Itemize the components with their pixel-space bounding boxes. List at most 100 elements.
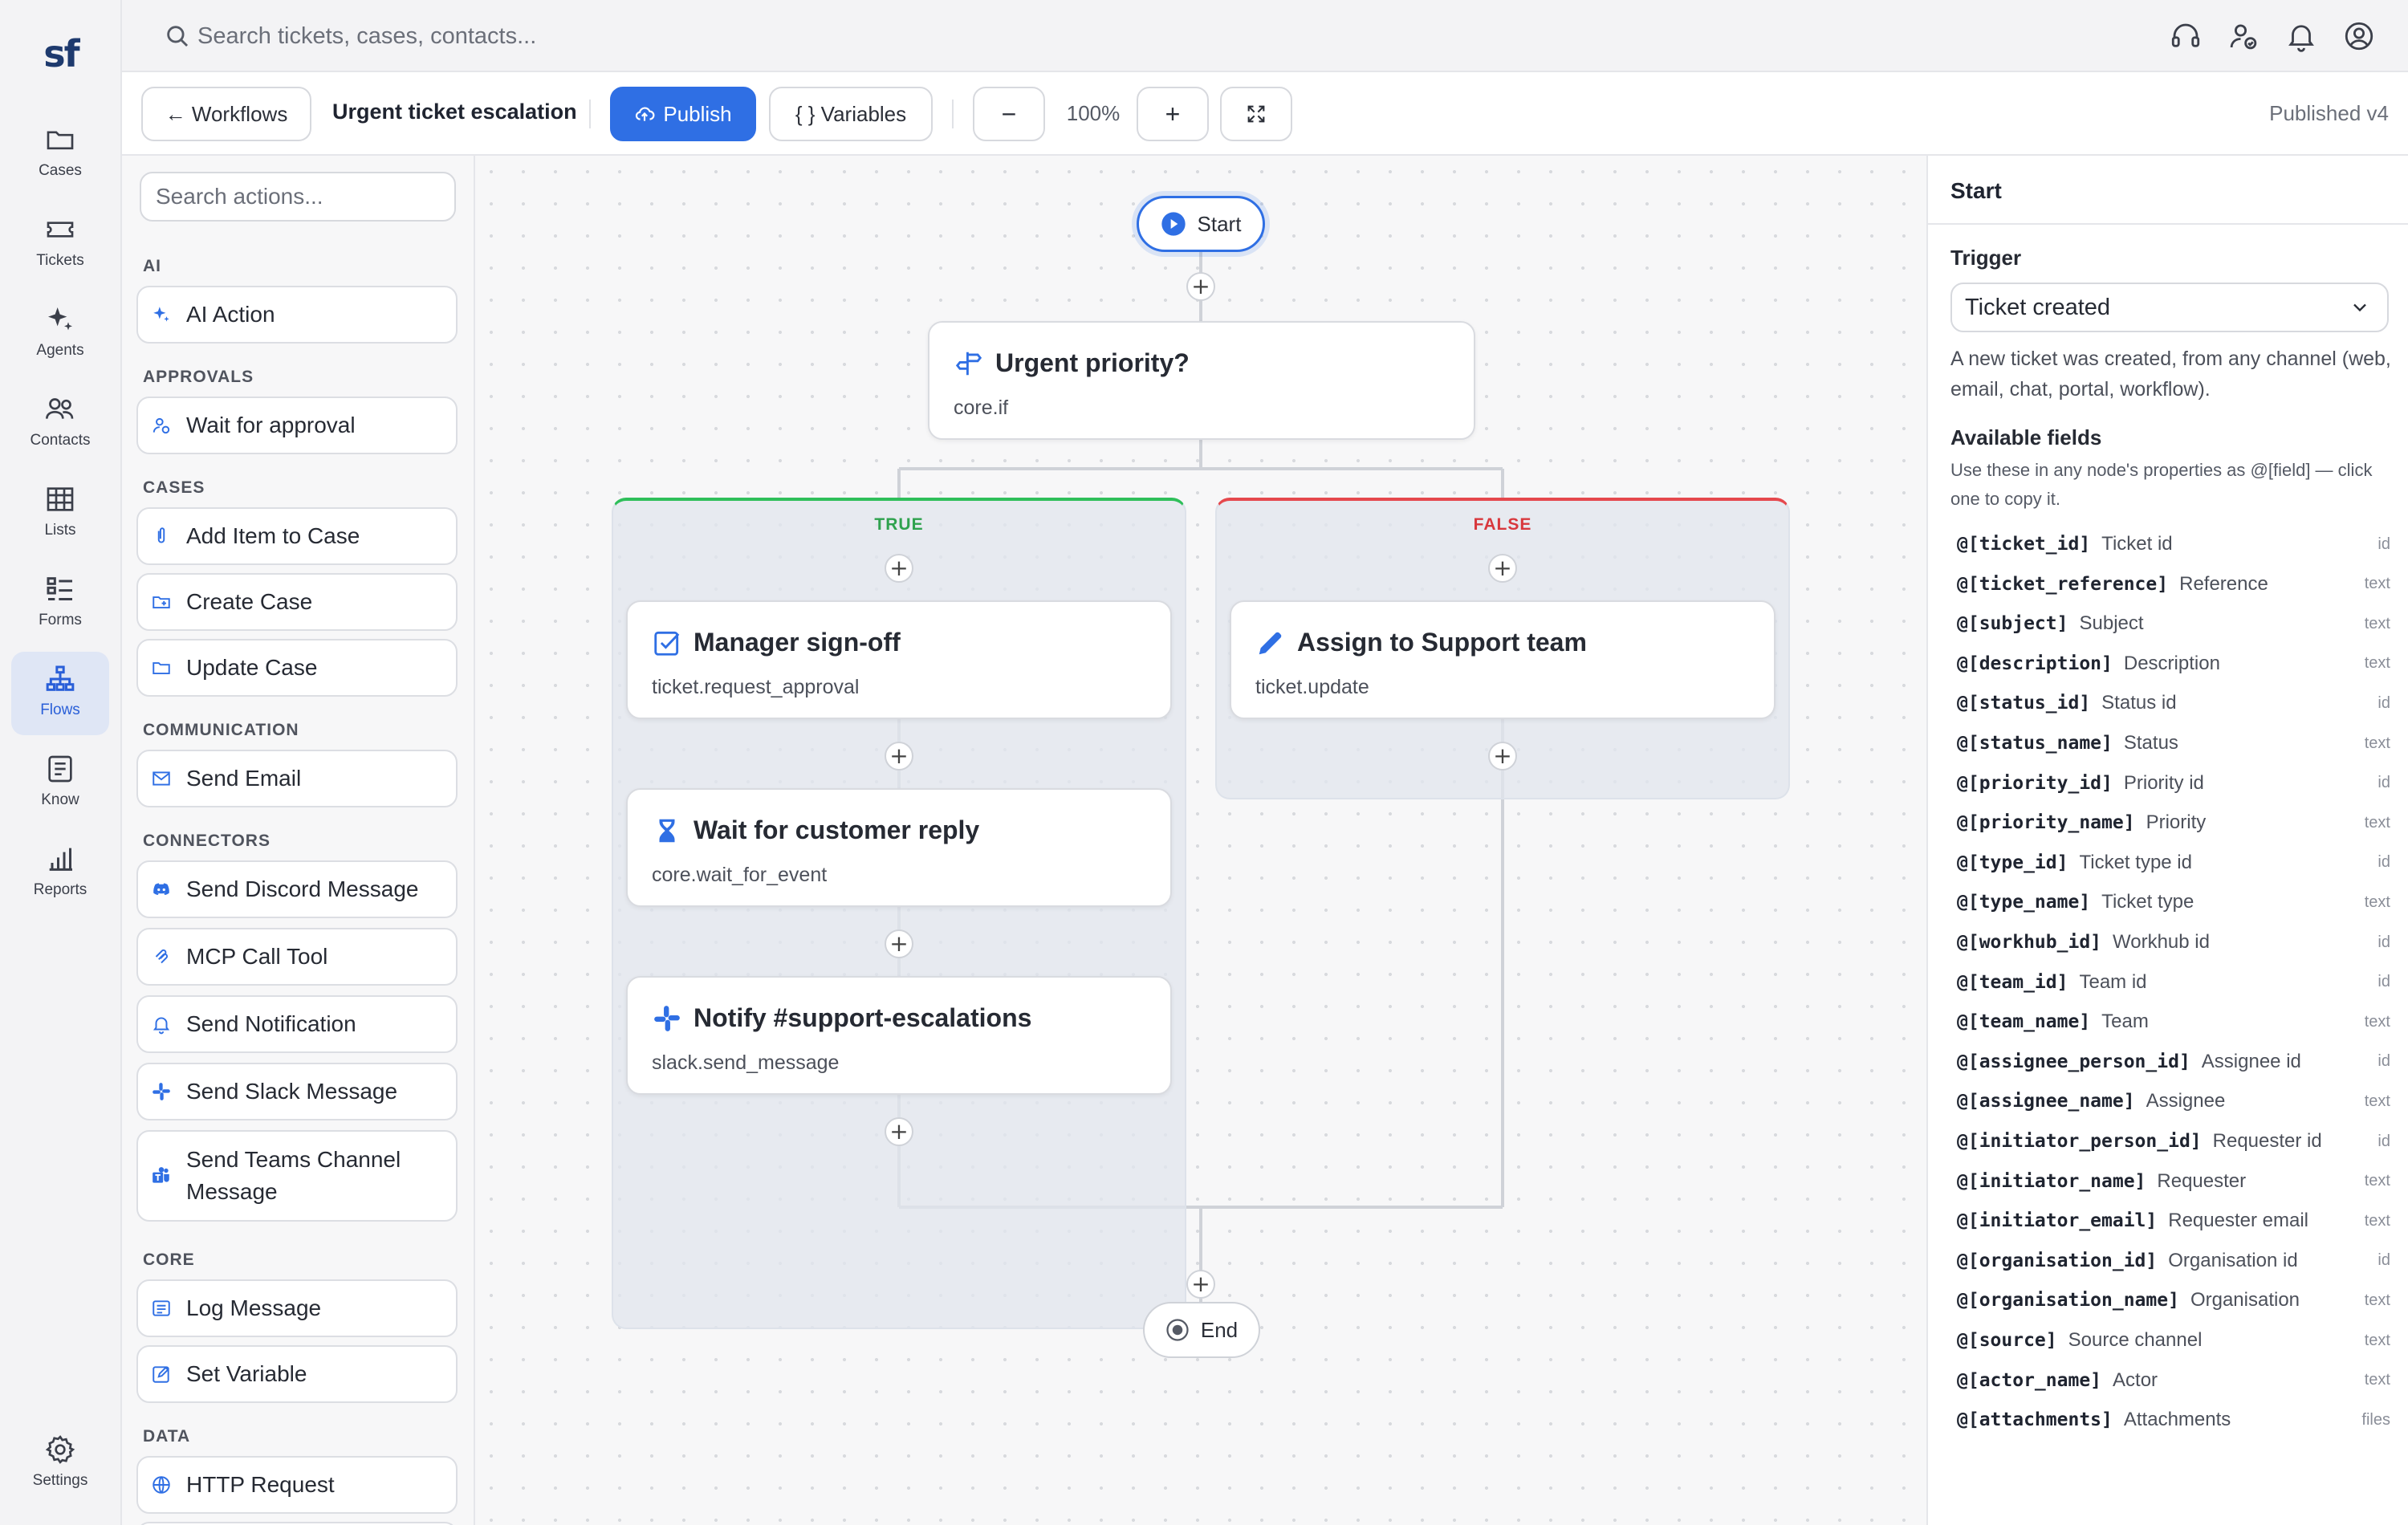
variables-button[interactable]: { } Variables xyxy=(769,87,933,141)
trigger-select[interactable]: Ticket created xyxy=(1950,283,2389,332)
nav-item-lists[interactable]: Lists xyxy=(11,472,109,555)
mail-icon xyxy=(151,768,172,789)
field-key: @[priority_id] xyxy=(1957,772,2113,794)
action-label: Create Case xyxy=(186,589,313,614)
nav-item-flows[interactable]: Flows xyxy=(11,652,109,735)
field-row[interactable]: @[source] Source channel text xyxy=(1957,1324,2390,1356)
action-item[interactable]: Add Item to Case xyxy=(136,507,458,565)
nav-item-forms[interactable]: Forms xyxy=(11,562,109,645)
action-label: HTTP Request xyxy=(186,1472,335,1497)
nav-item-settings[interactable]: Settings xyxy=(11,1422,109,1506)
field-name: Description xyxy=(2123,652,2220,674)
add-step-button[interactable]: + xyxy=(1488,554,1517,583)
properties-panel: Start Trigger Ticket created A new ticke… xyxy=(1926,156,2408,1525)
field-row[interactable]: @[type_name] Ticket type text xyxy=(1957,886,2390,918)
zoom-out-button[interactable]: − xyxy=(973,87,1045,141)
field-row[interactable]: @[team_id] Team id id xyxy=(1957,966,2390,998)
action-item[interactable]: Send Teams Channel Message xyxy=(136,1130,458,1222)
field-row[interactable]: @[initiator_name] Requester text xyxy=(1957,1165,2390,1198)
global-search-input[interactable] xyxy=(197,18,920,55)
action-item[interactable]: Send Email xyxy=(136,750,458,807)
nav-item-reports[interactable]: Reports xyxy=(11,832,109,915)
add-step-button[interactable]: + xyxy=(885,742,913,771)
nav-item-contacts[interactable]: Contacts xyxy=(11,382,109,466)
action-search-input[interactable] xyxy=(140,172,456,222)
field-row[interactable]: @[initiator_person_id] Requester id id xyxy=(1957,1125,2390,1157)
publish-button[interactable]: Publish xyxy=(610,87,756,141)
field-row[interactable]: @[status_name] Status text xyxy=(1957,727,2390,759)
fit-to-screen-button[interactable] xyxy=(1220,87,1292,141)
field-row[interactable]: @[ticket_id] Ticket id id xyxy=(1957,528,2390,560)
action-item[interactable]: Set Variable xyxy=(136,1345,458,1403)
field-key: @[initiator_name] xyxy=(1957,1170,2146,1192)
field-row[interactable]: @[status_id] Status id id xyxy=(1957,687,2390,719)
zoom-in-button[interactable]: + xyxy=(1137,87,1209,141)
workflow-node[interactable]: Manager sign-off ticket.request_approval xyxy=(626,600,1172,719)
field-row[interactable]: @[attachments] Attachments files xyxy=(1957,1404,2390,1436)
search-icon xyxy=(167,26,189,47)
add-step-button[interactable]: + xyxy=(1488,742,1517,771)
account-icon[interactable] xyxy=(2342,19,2376,53)
field-type: files xyxy=(2361,1410,2390,1429)
workflow-node[interactable]: Wait for customer reply core.wait_for_ev… xyxy=(626,788,1172,907)
action-item[interactable] xyxy=(136,1522,458,1525)
field-row[interactable]: @[organisation_name] Organisation text xyxy=(1957,1284,2390,1316)
add-step-button[interactable]: + xyxy=(1186,1270,1215,1299)
action-item[interactable]: Log Message xyxy=(136,1279,458,1337)
nav-item-tickets[interactable]: Tickets xyxy=(11,202,109,286)
app-logo[interactable]: sf xyxy=(0,32,122,75)
action-item[interactable]: Send Slack Message xyxy=(136,1063,458,1120)
action-item[interactable]: Create Case xyxy=(136,573,458,631)
field-row[interactable]: @[organisation_id] Organisation id id xyxy=(1957,1245,2390,1277)
user-check-icon[interactable] xyxy=(2227,19,2260,53)
field-row[interactable]: @[team_name] Team text xyxy=(1957,1006,2390,1038)
sparkles-icon xyxy=(48,307,72,331)
action-item[interactable]: Wait for approval xyxy=(136,396,458,454)
field-name: Requester id xyxy=(2212,1130,2322,1152)
action-item[interactable]: Send Notification xyxy=(136,995,458,1053)
field-row[interactable]: @[assignee_name] Assignee text xyxy=(1957,1085,2390,1117)
action-item[interactable]: HTTP Request xyxy=(136,1456,458,1514)
field-type: id xyxy=(2377,1132,2390,1150)
nav-item-know[interactable]: Know xyxy=(11,742,109,825)
field-name: Subject xyxy=(2079,612,2144,635)
action-item[interactable]: MCP Call Tool xyxy=(136,928,458,986)
add-step-button[interactable]: + xyxy=(885,929,913,958)
field-row[interactable]: @[assignee_person_id] Assignee id id xyxy=(1957,1046,2390,1078)
start-node[interactable]: Start xyxy=(1137,196,1265,252)
nav-item-agents[interactable]: Agents xyxy=(11,292,109,376)
field-type: text xyxy=(2364,1092,2390,1110)
workflow-canvas[interactable]: Start + Urgent priority? core.if TRUE FA… xyxy=(475,156,1926,1525)
field-key: @[status_name] xyxy=(1957,733,2113,754)
workflow-node[interactable]: Notify #support-escalations slack.send_m… xyxy=(626,976,1172,1095)
field-row[interactable]: @[priority_name] Priority text xyxy=(1957,807,2390,839)
add-step-button[interactable]: + xyxy=(1186,272,1215,301)
action-item[interactable]: Update Case xyxy=(136,639,458,697)
field-key: @[actor_name] xyxy=(1957,1369,2102,1391)
action-label: Send Email xyxy=(186,766,302,791)
field-row[interactable]: @[initiator_email] Requester email text xyxy=(1957,1205,2390,1237)
field-row[interactable]: @[workhub_id] Workhub id id xyxy=(1957,926,2390,958)
nav-item-cases[interactable]: Cases xyxy=(11,112,109,196)
add-step-button[interactable]: + xyxy=(885,1117,913,1146)
field-row[interactable]: @[actor_name] Actor text xyxy=(1957,1364,2390,1397)
action-item[interactable]: Send Discord Message xyxy=(136,860,458,918)
field-row[interactable]: @[subject] Subject text xyxy=(1957,608,2390,640)
add-step-button[interactable]: + xyxy=(885,554,913,583)
field-row[interactable]: @[ticket_reference] Reference text xyxy=(1957,568,2390,600)
field-row[interactable]: @[type_id] Ticket type id id xyxy=(1957,847,2390,879)
end-node[interactable]: End xyxy=(1143,1302,1260,1358)
condition-node[interactable]: Urgent priority? core.if xyxy=(928,321,1475,440)
headset-icon[interactable] xyxy=(2169,19,2203,53)
workflow-node[interactable]: Assign to Support team ticket.update xyxy=(1230,600,1775,719)
nav-label: Cases xyxy=(39,162,82,179)
field-row[interactable]: @[priority_id] Priority id id xyxy=(1957,767,2390,799)
field-type: id xyxy=(2377,1052,2390,1071)
expand-icon xyxy=(1247,105,1265,123)
field-row[interactable]: @[description] Description text xyxy=(1957,648,2390,680)
bell-icon[interactable] xyxy=(2284,19,2318,53)
category-label: CONNECTORS xyxy=(143,832,270,850)
play-icon xyxy=(1161,212,1186,236)
action-item[interactable]: AI Action xyxy=(136,286,458,344)
back-to-workflows-button[interactable]: ← Workflows xyxy=(141,87,311,141)
